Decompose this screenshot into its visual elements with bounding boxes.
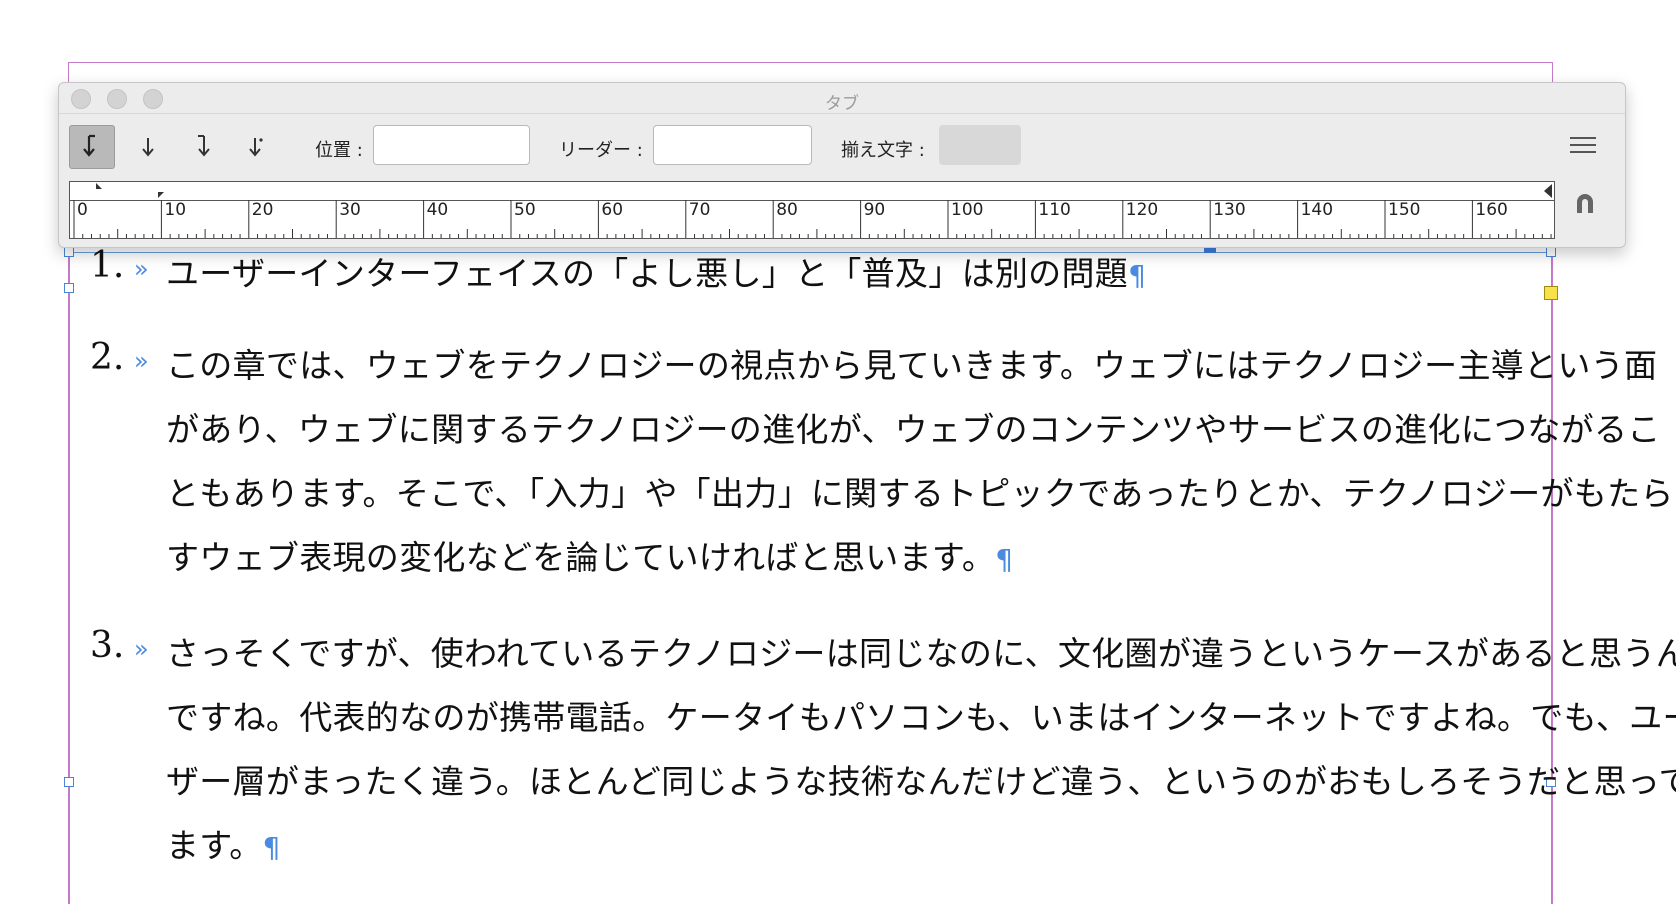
right-tab-icon xyxy=(198,135,210,157)
panel-title: タブ xyxy=(825,94,859,114)
paragraph-line: ます。¶ xyxy=(166,826,281,865)
ruler-label: 60 xyxy=(601,200,623,220)
right-indent-marker xyxy=(1544,184,1552,198)
paragraph-line: さっそくですが、使われているテクノロジーは同じなのに、文化圏が違うというケースが… xyxy=(166,634,1676,673)
ruler-label: 30 xyxy=(339,200,361,220)
frame-handle-top-right[interactable] xyxy=(1546,247,1556,257)
ruler-scale: 0 10 20 30 40 50 60 70 80 90 100 110 120 130 140 150 160 xyxy=(73,200,1552,238)
text-frame-left-edge xyxy=(69,252,70,904)
paragraph-line: ユーザーインターフェイスの「よし悪し」と「普及」は別の問題¶ xyxy=(166,254,1147,293)
leader-label: リーダー : xyxy=(559,140,643,161)
ruler-label: 40 xyxy=(427,200,449,220)
frame-corner-option-handle[interactable] xyxy=(1544,286,1558,300)
paragraph-line: があり、ウェブに関するテクノロジーの進化が、ウェブのコンテンツやサービスの進化に… xyxy=(166,410,1661,449)
panel-menu-icon[interactable] xyxy=(1570,137,1596,153)
ruler-label: 70 xyxy=(689,200,711,220)
leader-input[interactable] xyxy=(653,125,812,165)
tab-marker-strip[interactable] xyxy=(70,182,1554,201)
tab-character-marker: » xyxy=(134,347,149,375)
magnet-icon[interactable] xyxy=(1573,191,1597,215)
ruler-label: 150 xyxy=(1388,200,1420,220)
ruler-label: 130 xyxy=(1213,200,1245,220)
tabs-panel[interactable]: タブ 位置 : リーダー : 揃え文字 : 0 10 20 30 40 50 60 70 80 9… xyxy=(58,82,1626,248)
list-number: 3. xyxy=(90,625,125,666)
ruler-label: 110 xyxy=(1038,200,1070,220)
tab-ruler[interactable]: 0 10 20 30 40 50 60 70 80 90 100 110 120 130 140 150 160 xyxy=(69,181,1555,239)
frame-handle-left-upper[interactable] xyxy=(64,283,74,293)
paragraph-line: すウェブ表現の変化などを論じていければと思います。¶ xyxy=(166,538,1014,577)
panel-titlebar[interactable]: タブ xyxy=(59,83,1625,114)
ruler-label: 120 xyxy=(1126,200,1158,220)
center-tab-icon xyxy=(142,138,154,157)
paragraph-line: ともあります。そこで、「入力」や「出力」に関するトピックであったりとか、テクノロ… xyxy=(166,474,1674,513)
right-justified-tab-button[interactable] xyxy=(179,125,225,169)
align-on-label: 揃え文字 : xyxy=(841,140,925,161)
ruler-label: 10 xyxy=(164,200,186,220)
decimal-tab-button[interactable] xyxy=(233,125,279,169)
ruler-label: 50 xyxy=(514,200,536,220)
tab-character-marker: » xyxy=(134,635,149,663)
position-input[interactable] xyxy=(373,125,530,165)
center-justified-tab-button[interactable] xyxy=(125,125,171,169)
left-indent-marker xyxy=(158,192,164,198)
top-margin-guide xyxy=(68,62,1552,63)
left-tab-icon xyxy=(83,134,95,157)
paragraph-line: ザー層がまったく違う。ほとんど同じような技術なんだけど違う、というのがおもしろそ… xyxy=(166,762,1676,801)
ruler-label: 0 xyxy=(77,200,88,220)
pilcrow-marker: ¶ xyxy=(262,831,281,864)
list-number: 1. xyxy=(90,245,125,286)
ruler-label: 80 xyxy=(776,200,798,220)
paragraph-line: この章では、ウェブをテクノロジーの視点から見ていきます。ウェブにはテクノロジー主… xyxy=(166,346,1658,385)
tab-character-marker: » xyxy=(134,255,149,283)
decimal-tab-icon xyxy=(249,138,263,157)
list-number: 2. xyxy=(90,337,125,378)
align-on-input xyxy=(939,125,1021,165)
frame-handle-top-left[interactable] xyxy=(64,247,74,257)
pilcrow-marker: ¶ xyxy=(1128,259,1147,292)
position-label: 位置 : xyxy=(315,140,363,161)
ruler-label: 90 xyxy=(864,200,886,220)
ruler-label: 160 xyxy=(1475,200,1507,220)
left-justified-tab-button[interactable] xyxy=(69,125,115,169)
paragraph-line: ですね。代表的なのが携帯電話。ケータイもパソコンも、いまはインターネットですよね… xyxy=(166,698,1676,737)
first-line-indent-marker xyxy=(96,183,102,189)
ruler-label: 20 xyxy=(252,200,274,220)
ruler-label: 140 xyxy=(1301,200,1333,220)
pilcrow-marker: ¶ xyxy=(995,543,1014,576)
frame-handle-left-mid[interactable] xyxy=(64,777,74,787)
ruler-label: 100 xyxy=(951,200,983,220)
